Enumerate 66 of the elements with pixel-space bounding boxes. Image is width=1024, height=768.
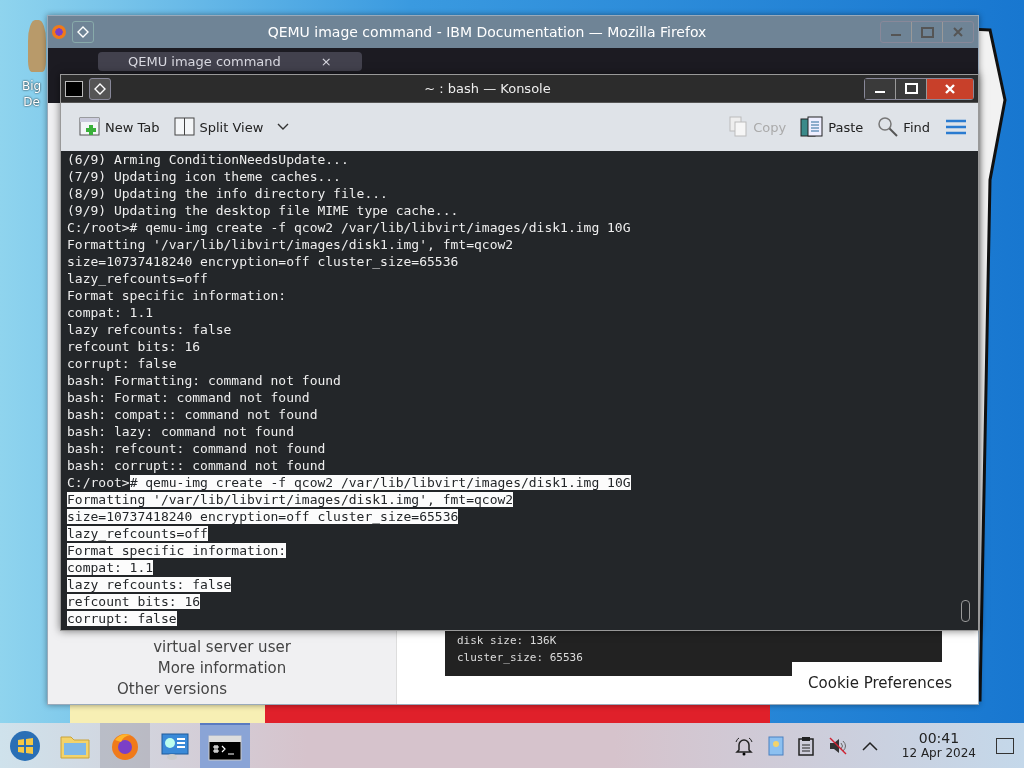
close-button[interactable] bbox=[926, 78, 973, 99]
terminal-line: bash: corrupt:: command not found bbox=[67, 458, 326, 473]
maximize-button[interactable] bbox=[895, 78, 926, 99]
show-desktop-icon[interactable] bbox=[996, 737, 1014, 754]
terminal-line: Format specific information: bbox=[67, 288, 287, 303]
new-tab-button[interactable]: New Tab bbox=[77, 115, 162, 139]
window-title: ~ : bash — Konsole bbox=[423, 81, 552, 96]
terminal-icon bbox=[208, 734, 242, 761]
terminal-line: (6/9) Arming ConditionNeedsUpdate... bbox=[67, 152, 349, 167]
sidebar-link[interactable]: More information bbox=[157, 658, 287, 679]
clock[interactable]: 00:41 12 Apr 2024 bbox=[901, 730, 976, 761]
selected-text: Format specific information: bbox=[67, 543, 287, 558]
selected-text: compat: 1.1 bbox=[67, 560, 154, 575]
split-view-icon bbox=[173, 117, 196, 137]
muted-speaker-icon[interactable] bbox=[827, 735, 848, 756]
terminal-line: bash: refcount: command not found bbox=[67, 441, 326, 456]
selected-text: corrupt: false bbox=[67, 611, 177, 626]
clipboard-icon[interactable] bbox=[797, 735, 814, 756]
caret-up-icon[interactable] bbox=[861, 740, 878, 751]
search-icon bbox=[877, 116, 900, 138]
browser-tab[interactable]: QEMU image command × bbox=[98, 52, 362, 71]
close-icon bbox=[944, 82, 956, 95]
selected-text: lazy refcounts: false bbox=[67, 577, 232, 592]
terminal-line: Formatting '/var/lib/libvirt/images/disk1.img', fmt=qcow2 bbox=[67, 237, 514, 252]
terminal-line: lazy refcounts: false bbox=[67, 322, 232, 337]
caret-icon bbox=[277, 123, 290, 131]
terminal-line: bash: compat:: command not found bbox=[67, 407, 318, 422]
minimize-button[interactable] bbox=[865, 78, 895, 99]
clipboard-icon bbox=[800, 116, 825, 138]
terminal-line: bash: Formatting: command not found bbox=[67, 373, 341, 388]
terminal-line: lazy_refcounts=off bbox=[67, 271, 208, 286]
new-tab-icon bbox=[79, 117, 101, 137]
sidebar-link[interactable]: Other versions bbox=[116, 679, 228, 700]
selected-text: size=10737418240 encryption=off cluster_size=65536 bbox=[67, 509, 459, 524]
menu-icon[interactable] bbox=[946, 119, 966, 135]
find-button[interactable]: Find bbox=[875, 114, 932, 140]
copy-icon bbox=[729, 116, 750, 138]
split-view-button[interactable]: Split View bbox=[171, 115, 292, 139]
taskbar-button[interactable] bbox=[200, 723, 250, 768]
code-line: disk size: 136K bbox=[457, 633, 558, 649]
terminal-line: corrupt: false bbox=[67, 356, 177, 371]
pin-icon[interactable] bbox=[89, 77, 111, 100]
terminal-line: size=10737418240 encryption=off cluster_size=65536 bbox=[67, 254, 459, 269]
selected-text: # qemu-img create -f qcow2 /var/lib/libvirt/images/disk1.img 10G bbox=[129, 475, 631, 490]
desktop-icon-label: De bbox=[22, 94, 41, 110]
bell-icon[interactable] bbox=[733, 735, 754, 756]
selected-text: Formatting '/var/lib/libvirt/images/disk1.img', fmt=qcow2 bbox=[67, 492, 514, 507]
terminal-icon[interactable] bbox=[65, 80, 83, 97]
paste-button[interactable]: Paste bbox=[798, 114, 866, 140]
terminal-line: compat: 1.1 bbox=[67, 305, 154, 320]
terminal-line: C:/root># qemu-img create -f qcow2 /var/lib/libvirt/images/disk1.img 10G bbox=[67, 220, 631, 235]
close-icon bbox=[952, 26, 964, 38]
terminal-line: bash: lazy: command not found bbox=[67, 424, 294, 439]
terminal-line: (7/9) Updating icon theme caches... bbox=[67, 169, 341, 184]
terminal-line: refcount bits: 16 bbox=[67, 339, 201, 354]
selected-text: refcount bits: 16 bbox=[67, 594, 201, 609]
window-title: QEMU image command - IBM Documentation — Mozilla Firefox bbox=[266, 24, 708, 40]
selected-text: lazy_refcounts=off bbox=[67, 526, 208, 541]
code-line: cluster_size: 65536 bbox=[457, 650, 584, 666]
terminal-line: bash: Format: command not found bbox=[67, 390, 310, 405]
desktop-icon-label: Big bbox=[22, 78, 42, 94]
sidebar-link[interactable]: virtual server user bbox=[153, 637, 291, 658]
terminal-line: (8/9) Updating the info directory file... bbox=[67, 186, 388, 201]
terminal-line: C:/root> bbox=[67, 475, 130, 490]
scrollbar-thumb[interactable] bbox=[961, 600, 970, 622]
terminal-line: (9/9) Updating the desktop file MIME type cache... bbox=[67, 203, 459, 218]
